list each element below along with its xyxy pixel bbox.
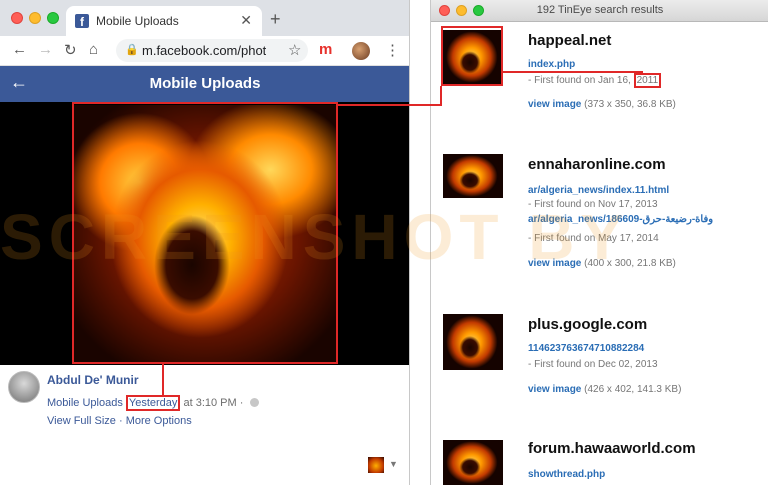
window-title: 192 TinEye search results [536, 4, 664, 16]
close-icon[interactable]: ✕ [240, 12, 252, 29]
profile-avatar[interactable] [352, 42, 370, 60]
result-link-text[interactable]: ar/algeria_news/186609- [528, 214, 643, 225]
image-details: (400 x 300, 21.8 KB) [584, 258, 676, 269]
view-image-row: view image (426 x 402, 141.3 KB) [528, 384, 681, 395]
result-link[interactable]: ar/algeria_news/186609-وفاة-رضيعة-حرق [528, 214, 713, 225]
first-found: - First found on Nov 17, 2013 [528, 199, 658, 210]
author-name[interactable]: Abdul De' Munir [47, 373, 139, 387]
page-title: Mobile Uploads [149, 75, 261, 92]
reload-icon[interactable]: ↻ [64, 41, 77, 59]
view-full-size-link[interactable]: View Full Size [47, 415, 116, 427]
avatar[interactable] [8, 371, 40, 403]
first-found-text: - First found on Jan 16, [528, 75, 634, 86]
facebook-icon: f [75, 14, 89, 28]
result-link[interactable]: showthread.php [528, 469, 605, 480]
actions-separator: · [118, 415, 123, 427]
more-options-link[interactable]: More Options [126, 415, 192, 427]
photo-highlight-box [72, 102, 338, 364]
browser-menu-icon[interactable]: ⋮ [385, 41, 400, 59]
close-window-button[interactable] [11, 12, 23, 24]
view-image-link[interactable]: view image [528, 384, 581, 395]
back-icon[interactable]: ← [12, 41, 27, 58]
thumbnail-highlight-box [441, 26, 503, 86]
view-image-row: view image (400 x 300, 21.8 KB) [528, 258, 676, 269]
reaction-thumbnail[interactable] [368, 457, 384, 473]
image-details: (373 x 350, 36.8 KB) [584, 99, 676, 110]
result-link[interactable]: ar/algeria_news/index.11.html [528, 185, 669, 196]
browser-toolbar: ← → ↻ ⌂ 🔒 m.facebook.com/photo... ☆ m ⋮ [0, 36, 409, 66]
result-domain: happeal.net [528, 32, 612, 49]
address-bar[interactable]: 🔒 m.facebook.com/photo... ☆ [116, 39, 308, 62]
tab-title: Mobile Uploads [96, 14, 179, 28]
result-link-arabic[interactable]: وفاة-رضيعة-حرق [643, 214, 714, 225]
search-result: forum.hawaaworld.com showthread.php [431, 436, 768, 485]
result-thumbnail[interactable] [443, 154, 503, 198]
result-domain: forum.hawaaworld.com [528, 440, 696, 457]
forward-icon[interactable]: → [38, 41, 53, 58]
extension-icon[interactable]: m [319, 41, 332, 58]
search-result: plus.google.com 114623763674710882284 - … [431, 310, 768, 430]
photo-actions: View Full Size · More Options [47, 415, 192, 427]
new-tab-button[interactable]: + [270, 9, 281, 30]
result-link[interactable]: 114623763674710882284 [528, 343, 644, 354]
facebook-header: ← Mobile Uploads [0, 66, 409, 102]
first-found: - First found on May 17, 2014 [528, 233, 659, 244]
found-year-highlight: 2011 [633, 73, 662, 88]
post-meta: Mobile Uploads Yesterday at 3:10 PM · [47, 395, 260, 411]
tineye-titlebar: 192 TinEye search results [431, 0, 768, 22]
album-link[interactable]: Mobile Uploads [47, 397, 123, 409]
browser-tab[interactable]: f Mobile Uploads ✕ [66, 6, 262, 36]
result-domain: plus.google.com [528, 316, 648, 333]
first-found: - First found on Dec 02, 2013 [528, 359, 658, 370]
zoom-window-button[interactable] [47, 12, 59, 24]
chevron-down-icon[interactable]: ▼ [389, 459, 398, 469]
post-details: Abdul De' Munir Mobile Uploads Yesterday… [0, 365, 409, 485]
lock-icon: 🔒 [125, 44, 139, 56]
result-thumbnail[interactable] [443, 440, 503, 485]
view-image-link[interactable]: view image [528, 258, 581, 269]
posted-day-highlight: Yesterday [125, 395, 181, 411]
url-text[interactable]: m.facebook.com/photo... [142, 43, 266, 58]
image-details: (426 x 402, 141.3 KB) [584, 384, 682, 395]
posted-time: at 3:10 PM · [183, 397, 244, 409]
search-result: ennaharonline.com ar/algeria_news/index.… [431, 152, 768, 282]
tab-bar: f Mobile Uploads ✕ + [0, 0, 409, 36]
minimize-window-button[interactable] [29, 12, 41, 24]
view-image-link[interactable]: view image [528, 99, 581, 110]
result-thumbnail[interactable] [443, 314, 503, 370]
globe-icon [250, 398, 260, 407]
result-domain: ennaharonline.com [528, 156, 666, 173]
view-image-row: view image (373 x 350, 36.8 KB) [528, 99, 676, 110]
bookmark-star-icon[interactable]: ☆ [288, 41, 301, 59]
first-found: - First found on Jan 16, 2011 [528, 73, 662, 88]
home-icon[interactable]: ⌂ [89, 41, 98, 58]
result-link[interactable]: index.php [528, 59, 575, 70]
